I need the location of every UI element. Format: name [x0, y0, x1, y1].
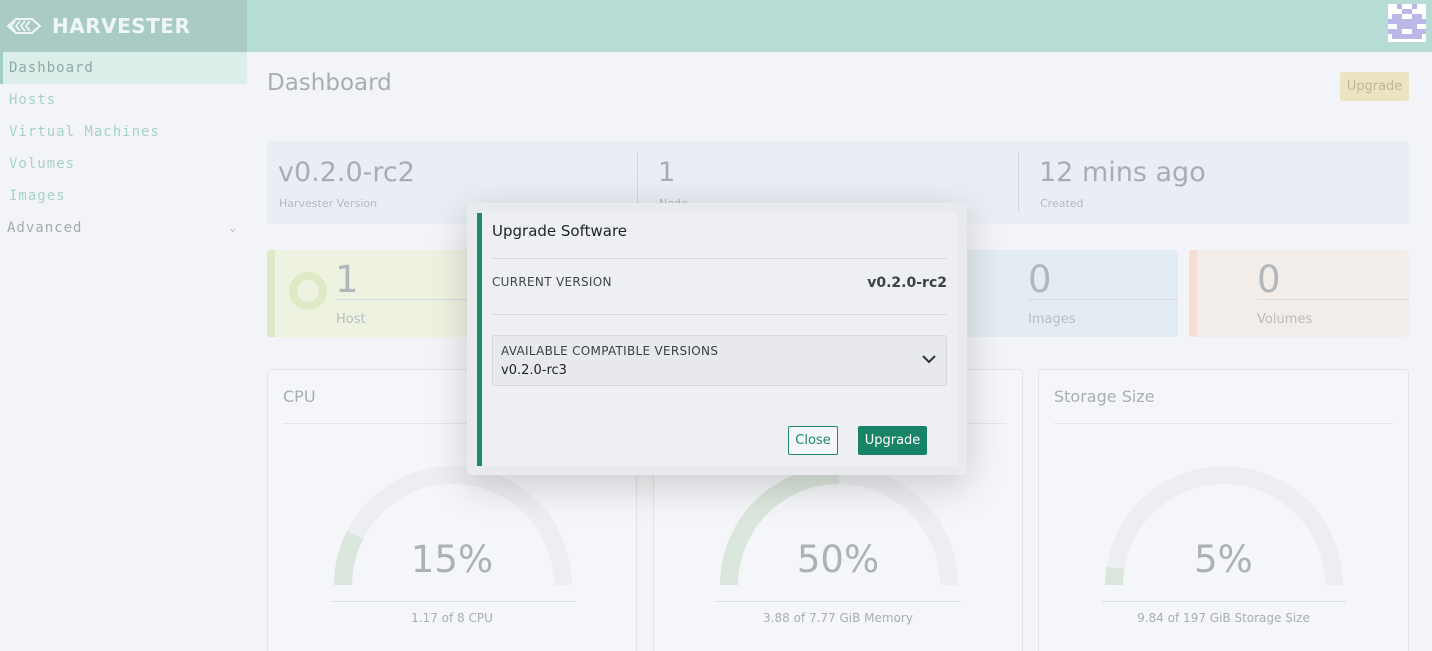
volumes-label: Volumes	[1257, 312, 1313, 327]
info-created: 12 mins ago Created	[1028, 141, 1398, 224]
gauge-detail: 3.88 of 7.77 GiB Memory	[763, 611, 913, 625]
header-upgrade-button[interactable]: Upgrade	[1340, 72, 1409, 101]
gauge-baseline	[715, 601, 961, 602]
current-version-value: v0.2.0-rc2	[867, 275, 947, 291]
harvester-logo-icon	[6, 18, 42, 34]
gauge-title: Storage Size	[1054, 387, 1155, 406]
sidebar-item-hosts[interactable]: Hosts	[0, 84, 247, 116]
gauge-percent: 5%	[1194, 538, 1253, 581]
divider	[1018, 152, 1019, 212]
version-select[interactable]: AVAILABLE COMPATIBLE VERSIONS v0.2.0-rc3	[492, 335, 947, 386]
version-select-label: AVAILABLE COMPATIBLE VERSIONS	[501, 344, 719, 358]
created-label: Created	[1040, 197, 1084, 210]
gauge-baseline	[1102, 601, 1346, 602]
current-version-label: CURRENT VERSION	[492, 275, 612, 289]
divider	[492, 258, 947, 259]
top-header: HARVESTER	[0, 0, 1432, 52]
upgrade-button[interactable]: Upgrade	[858, 426, 927, 455]
modal-title: Upgrade Software	[492, 222, 628, 240]
sidebar-item-dashboard[interactable]: Dashboard	[0, 52, 247, 84]
divider	[1028, 299, 1178, 300]
host-count: 1	[335, 258, 359, 301]
gauge-title: CPU	[283, 387, 316, 406]
sidebar-item-volumes[interactable]: Volumes	[0, 148, 247, 180]
gauge-detail: 9.84 of 197 GiB Storage Size	[1137, 611, 1310, 625]
user-avatar-icon[interactable]	[1388, 4, 1426, 42]
gauge-baseline	[331, 601, 575, 602]
divider	[1257, 299, 1409, 300]
divider	[1054, 423, 1393, 424]
stat-card-images[interactable]: 0 Images	[960, 250, 1178, 337]
page-title: Dashboard	[267, 70, 392, 96]
version-label: Harvester Version	[279, 197, 378, 210]
gauge-detail: 1.17 of 8 CPU	[411, 611, 493, 625]
volumes-count: 0	[1257, 258, 1281, 301]
created-value: 12 mins ago	[1039, 157, 1206, 188]
version-value: v0.2.0-rc2	[278, 157, 415, 188]
host-ring-icon	[289, 272, 327, 310]
gauge-card-storage: Storage Size 5% 9.84 of 197 GiB Storage …	[1038, 369, 1409, 651]
divider	[492, 314, 947, 315]
images-count: 0	[1028, 258, 1052, 301]
upgrade-software-modal: Upgrade Software CURRENT VERSION v0.2.0-…	[467, 203, 967, 475]
gauge-percent: 15%	[410, 538, 494, 581]
images-label: Images	[1028, 312, 1076, 327]
sidebar-group-advanced[interactable]: Advanced ⌄	[0, 212, 247, 244]
chevron-down-icon: ⌄	[229, 221, 237, 234]
sidebar-item-images[interactable]: Images	[0, 180, 247, 212]
close-button[interactable]: Close	[788, 426, 838, 455]
sidebar-item-virtual-machines[interactable]: Virtual Machines	[0, 116, 247, 148]
stat-card-volumes[interactable]: 0 Volumes	[1189, 250, 1409, 337]
sidebar-group-label: Advanced	[7, 220, 83, 236]
chevron-down-icon	[922, 355, 936, 364]
version-select-value: v0.2.0-rc3	[501, 363, 567, 378]
host-label: Host	[336, 312, 366, 327]
node-value: 1	[658, 157, 676, 188]
brand-name: HARVESTER	[52, 14, 191, 38]
brand[interactable]: HARVESTER	[0, 0, 247, 52]
sidebar: Dashboard Hosts Virtual Machines Volumes…	[0, 52, 247, 651]
gauge-percent: 50%	[796, 538, 880, 581]
